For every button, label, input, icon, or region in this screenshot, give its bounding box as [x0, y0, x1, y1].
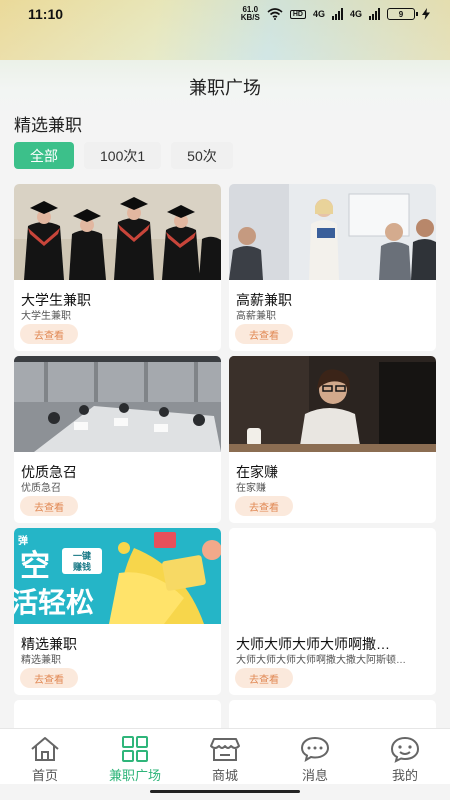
job-card-grid: 大学生兼职 大学生兼职 去查看 高薪兼职 高薪兼职 去查看 优质急召 优质急召 …	[14, 184, 436, 730]
view-button[interactable]: 去查看	[20, 668, 78, 688]
filter-chip-50[interactable]: 50次	[171, 142, 233, 169]
view-button[interactable]: 去查看	[235, 324, 293, 344]
tab-label: 首页	[31, 768, 58, 783]
filter-chips: 全部 100次1 50次	[14, 142, 233, 169]
tab-label: 消息	[301, 768, 328, 783]
tab-home[interactable]: 首页	[0, 729, 90, 784]
promo-banner: 弹 空 一键 赚钱 活轻松	[14, 528, 221, 624]
woman-laptop-photo	[229, 356, 436, 452]
wifi-icon	[267, 8, 283, 20]
home-icon	[31, 737, 59, 761]
status-bar: 11:10 61.0 KB/S HD 4G 4G 9	[0, 0, 450, 28]
filter-chip-all[interactable]: 全部	[14, 142, 74, 169]
job-card[interactable]: 弹 空 一键 赚钱 活轻松 精选兼职 精选兼职 去查看	[14, 528, 221, 695]
battery-icon: 9	[387, 8, 418, 20]
bottom-tab-bar: 首页 兼职广场 商城 消息 我的	[0, 728, 450, 784]
card-subtitle: 在家赚	[236, 483, 266, 494]
tab-messages[interactable]: 消息	[270, 729, 360, 784]
card-subtitle: 大学生兼职	[21, 311, 71, 322]
card-subtitle: 高薪兼职	[236, 311, 276, 322]
network-4g-1: 4G	[312, 9, 325, 19]
job-card[interactable]: 在家赚 在家赚 去查看	[229, 356, 436, 523]
signal-icon	[331, 8, 343, 20]
home-indicator[interactable]	[150, 790, 300, 793]
banner-text: 赚钱	[72, 561, 91, 572]
view-button[interactable]: 去查看	[235, 496, 293, 516]
tab-profile[interactable]: 我的	[360, 729, 450, 784]
store-icon	[210, 738, 240, 761]
job-card-partial[interactable]	[14, 700, 221, 730]
section-title: 精选兼职	[14, 116, 82, 135]
status-time: 11:10	[28, 6, 64, 22]
hd-badge: HD	[289, 9, 306, 19]
profile-icon	[390, 736, 420, 763]
blank-thumbnail	[229, 528, 436, 624]
tab-label: 我的	[391, 768, 418, 783]
view-button[interactable]: 去查看	[20, 496, 78, 516]
job-card[interactable]: 优质急召 优质急召 去查看	[14, 356, 221, 523]
tab-square[interactable]: 兼职广场	[90, 729, 180, 784]
job-card-partial[interactable]	[229, 700, 436, 730]
filter-chip-100[interactable]: 100次1	[84, 142, 162, 169]
card-subtitle: 优质急召	[21, 483, 61, 494]
job-card[interactable]: 大学生兼职 大学生兼职 去查看	[14, 184, 221, 351]
tab-store[interactable]: 商城	[180, 729, 270, 784]
banner-text: 空	[20, 550, 50, 583]
charging-icon	[422, 8, 430, 20]
banner-text: 活轻松	[14, 587, 94, 618]
view-button[interactable]: 去查看	[20, 324, 78, 344]
network-speed: 61.0 KB/S	[240, 5, 260, 22]
network-4g-2: 4G	[349, 9, 362, 19]
card-subtitle: 大师大师大师大师啊撒大撒大阿斯顿…	[236, 655, 406, 666]
tab-label: 兼职广场	[108, 768, 161, 783]
chat-icon	[300, 736, 330, 763]
tab-label: 商城	[211, 768, 238, 783]
page-title: 兼职广场	[189, 78, 261, 98]
grid-icon	[122, 736, 148, 762]
banner-text: 弹	[18, 534, 28, 547]
job-card[interactable]: 大师大师大师大师啊撒… 大师大师大师大师啊撒大撒大阿斯顿… 去查看	[229, 528, 436, 695]
presentation-photo	[229, 184, 436, 280]
view-button[interactable]: 去查看	[235, 668, 293, 688]
home-indicator-area	[0, 784, 450, 800]
banner-text: 一键	[73, 550, 92, 561]
graduates-photo	[14, 184, 221, 280]
signal-icon	[369, 8, 380, 20]
job-card[interactable]: 高薪兼职 高薪兼职 去查看	[229, 184, 436, 351]
card-subtitle: 精选兼职	[21, 655, 61, 666]
office-photo	[14, 356, 221, 452]
